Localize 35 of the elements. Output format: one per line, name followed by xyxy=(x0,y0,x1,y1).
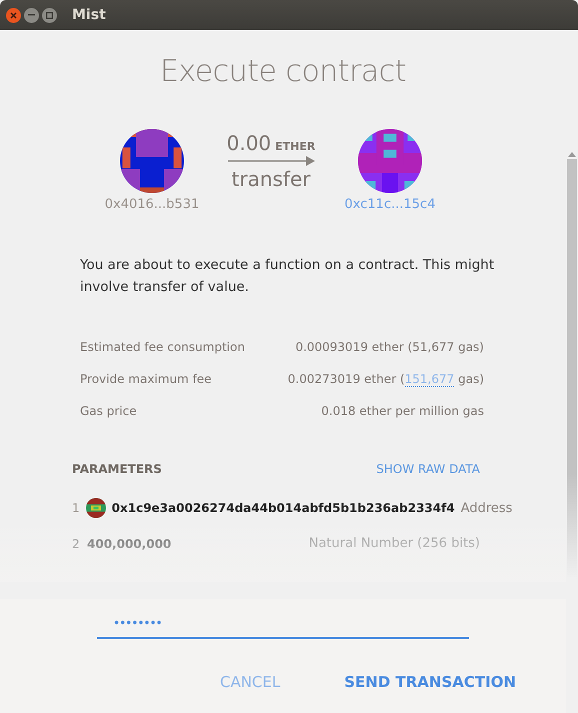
parameter-type: Natural Number (256 bits) xyxy=(308,536,480,551)
recipient-address[interactable]: 0xc11c...15c4 xyxy=(344,197,436,212)
section-heading: PARAMETERS xyxy=(72,462,162,476)
fee-value: 0.00273019 ether (151,677 gas) xyxy=(288,372,484,386)
minimize-icon xyxy=(28,14,35,16)
fee-label: Estimated fee consumption xyxy=(80,340,245,354)
send-transaction-button[interactable]: SEND TRANSACTION xyxy=(344,673,516,691)
cancel-button[interactable]: CANCEL xyxy=(220,673,280,691)
fee-label: Gas price xyxy=(80,404,137,418)
parameter-type: Address xyxy=(460,500,512,516)
sender-address: 0x4016...b531 xyxy=(104,197,200,212)
scroll-up-icon[interactable] xyxy=(568,152,576,157)
dialog-title: Execute contract xyxy=(158,54,408,89)
minimize-button[interactable] xyxy=(24,8,39,22)
arrow-icon xyxy=(226,155,316,167)
show-raw-data-link[interactable]: SHOW RAW DATA xyxy=(376,462,480,476)
maximize-icon xyxy=(46,12,53,18)
avatar-icon xyxy=(86,498,106,518)
parameter-index: 2 xyxy=(72,536,81,550)
fee-value: 0.018 ether per million gas xyxy=(321,404,484,418)
parameter-value: 400,000,000 xyxy=(87,536,172,550)
currency-unit: ETHER xyxy=(275,140,316,153)
close-icon xyxy=(10,12,17,18)
amount: 0.00 xyxy=(226,131,272,155)
parameter-index: 1 xyxy=(72,501,80,515)
parameter-value: 0x1c9e3a0026274da44b014abfd5b1b236ab2334f4 xyxy=(112,501,455,515)
action-label: transfer xyxy=(232,167,310,191)
maximize-button[interactable] xyxy=(42,8,57,22)
close-button[interactable] xyxy=(6,8,21,22)
gas-link[interactable]: 151,677 xyxy=(404,372,454,387)
fee-label: Provide maximum fee xyxy=(80,372,212,386)
description: You are about to execute a function on a contract. This might involve transfer of value. xyxy=(80,256,496,297)
password-field[interactable]: •••••••• xyxy=(97,611,469,639)
fee-value: 0.00093019 ether (51,677 gas) xyxy=(295,340,484,354)
window-title: Mist xyxy=(72,7,106,23)
